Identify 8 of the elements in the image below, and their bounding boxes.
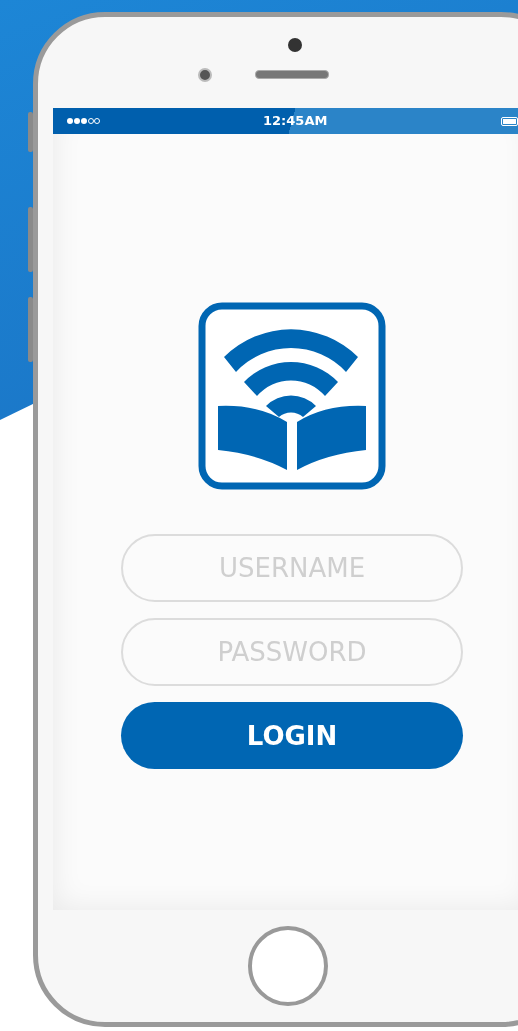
battery-icon <box>501 116 518 126</box>
camera-icon <box>288 38 302 52</box>
speaker-icon <box>255 70 329 79</box>
login-button[interactable]: LOGIN <box>121 702 463 769</box>
signal-icon <box>66 117 100 125</box>
book-wifi-logo-icon <box>198 302 386 490</box>
sensor-icon <box>198 68 212 82</box>
status-time: 12:45AM <box>263 113 328 128</box>
